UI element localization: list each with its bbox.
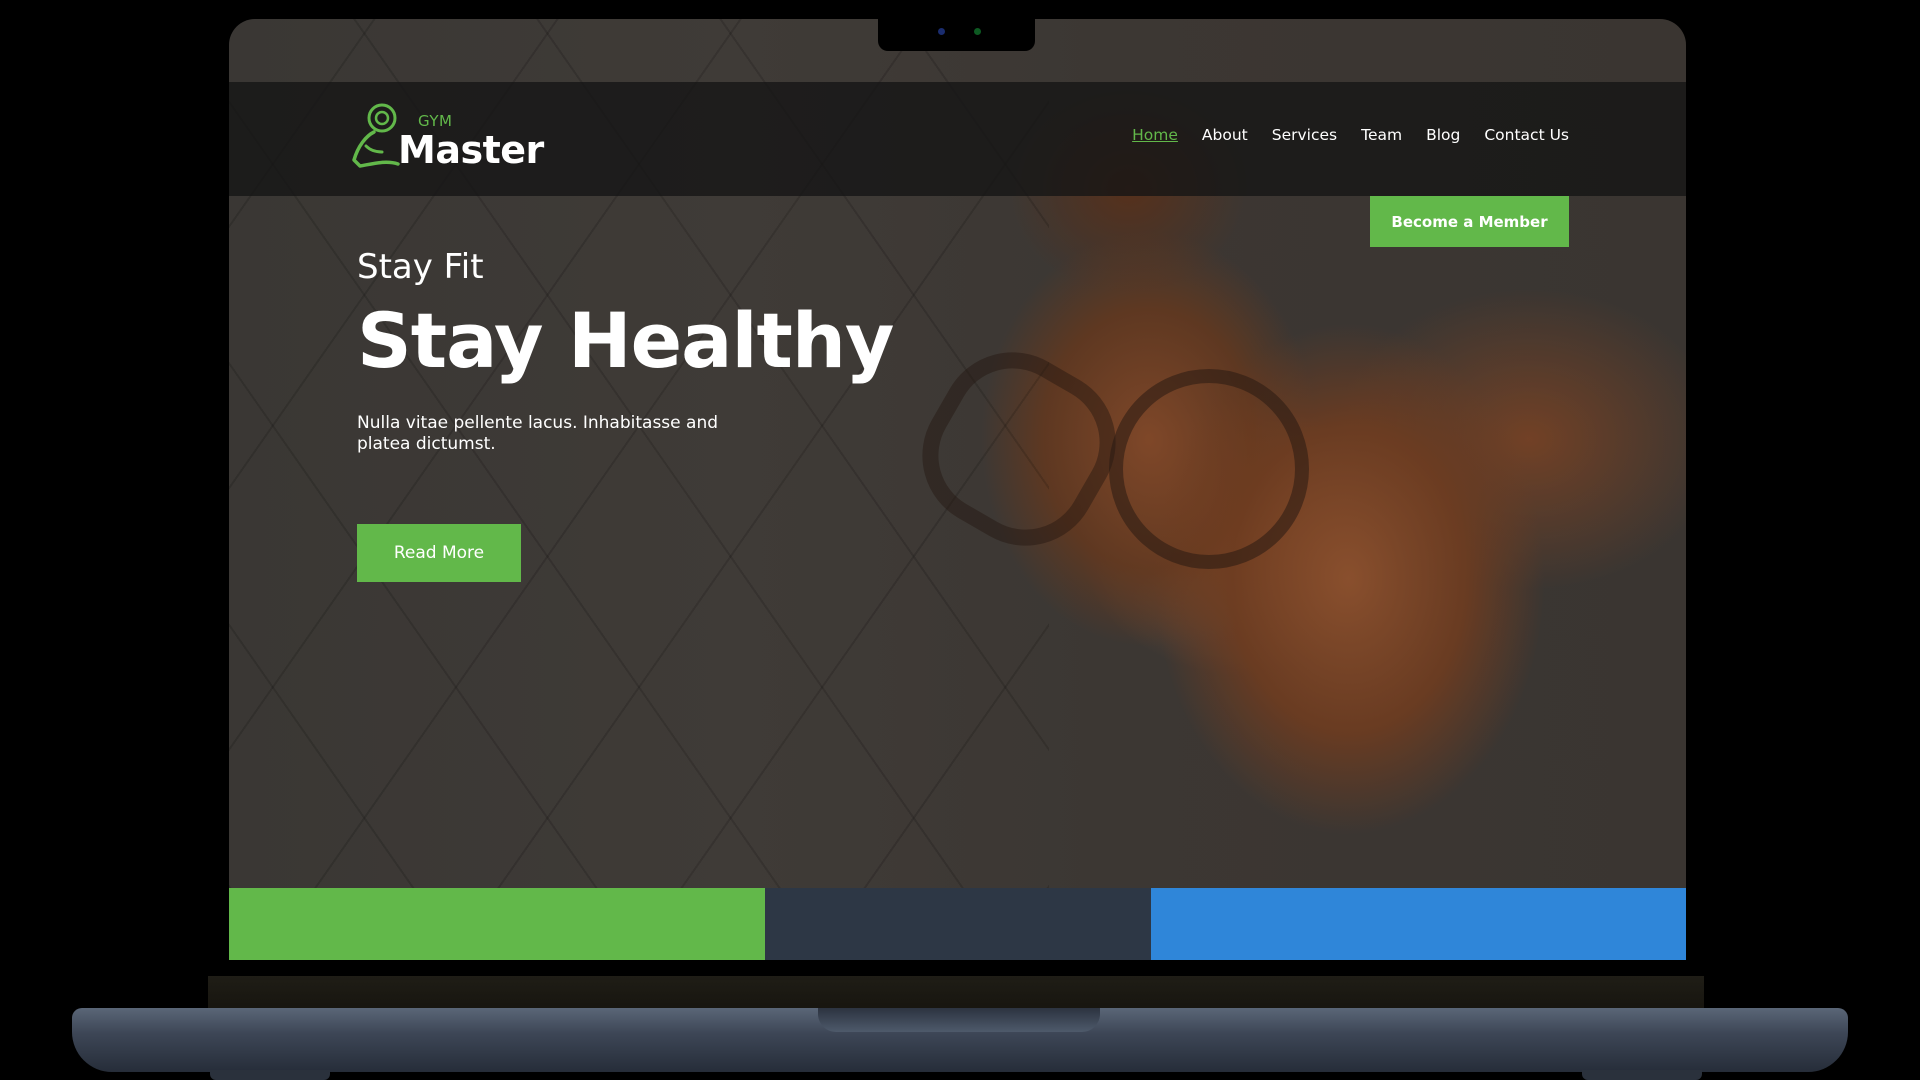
laptop-hinge — [208, 976, 1704, 1010]
site-header: GYM Master Home About Services Team Blog… — [229, 82, 1686, 196]
nav-link-about[interactable]: About — [1202, 126, 1248, 144]
read-more-button[interactable]: Read More — [357, 524, 521, 582]
hero-content: Stay Fit Stay Healthy Nulla vitae pellen… — [357, 247, 894, 455]
laptop-foot-right — [1582, 1070, 1702, 1080]
camera-lens-icon — [938, 28, 945, 35]
laptop-opening-groove — [818, 1008, 1100, 1032]
laptop-foot-left — [210, 1070, 330, 1080]
camera-indicator-light-icon — [974, 28, 981, 35]
nav-link-contact-us[interactable]: Contact Us — [1484, 126, 1569, 144]
hero-title: Stay Healthy — [357, 296, 894, 385]
nav-link-services[interactable]: Services — [1272, 126, 1337, 144]
laptop-screen: GYM Master Home About Services Team Blog… — [229, 19, 1686, 960]
chest-tattoo — [1109, 369, 1309, 569]
nav-link-blog[interactable]: Blog — [1426, 126, 1460, 144]
main-navigation: Home About Services Team Blog Contact Us — [1132, 126, 1569, 144]
hero-kicker: Stay Fit — [357, 247, 484, 287]
feature-bar-dark — [765, 888, 1151, 960]
site-logo[interactable]: GYM Master — [346, 102, 546, 174]
hero-description: Nulla vitae pellente lacus. Inhabitasse … — [357, 412, 719, 454]
feature-bar-blue — [1151, 888, 1686, 960]
feature-bar-green — [229, 888, 765, 960]
flexed-arm-dumbbell-icon — [352, 103, 400, 168]
nav-link-home[interactable]: Home — [1132, 126, 1178, 144]
become-member-button[interactable]: Become a Member — [1370, 196, 1569, 247]
logo-large-text: Master — [398, 128, 544, 172]
nav-link-team[interactable]: Team — [1361, 126, 1402, 144]
camera-notch — [878, 19, 1035, 51]
